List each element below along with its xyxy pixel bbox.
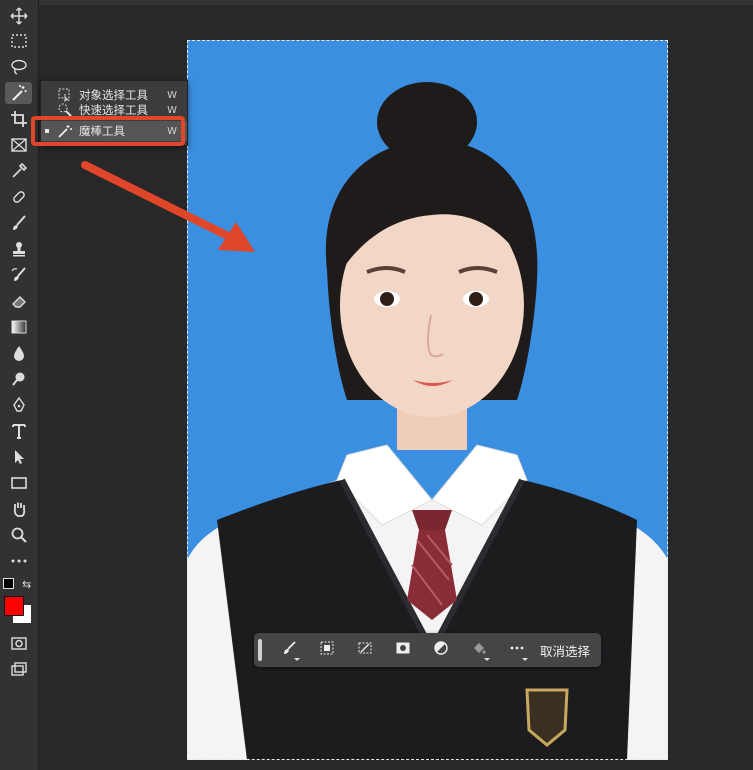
deselect-button[interactable]: 取消选择 (540, 641, 590, 660)
invert-selection-icon (357, 640, 373, 660)
create-mask-button[interactable] (384, 636, 422, 664)
select-subject-button[interactable] (270, 636, 308, 664)
fill-selection-button[interactable] (460, 636, 498, 664)
layer-mask-icon (395, 640, 411, 660)
select-mask-button[interactable] (308, 636, 346, 664)
adjustment-layer-button[interactable] (422, 636, 460, 664)
drag-handle[interactable] (258, 639, 262, 661)
paint-bucket-icon (471, 640, 487, 660)
more-options-icon (509, 640, 525, 660)
invert-selection-button[interactable] (346, 636, 384, 664)
mask-select-icon (319, 640, 335, 660)
adjustment-icon (433, 640, 449, 660)
contextual-task-bar: 取消选择 (254, 633, 601, 667)
more-options-button[interactable] (498, 636, 536, 664)
brush-select-icon (281, 640, 297, 660)
